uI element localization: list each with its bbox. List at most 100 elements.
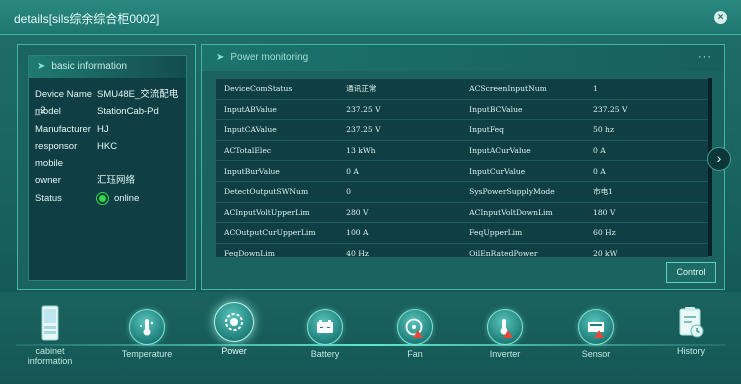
nav-temperature[interactable]: Temperature [116,309,178,359]
nav-label-fan: Fan [407,349,423,359]
table-row: InputCAValue 237.25 V InputFeq 50 hz [216,119,708,141]
fan-icon [405,318,423,338]
nav-label-inverter: Inverter [489,349,521,359]
param-value: 0 A [584,140,708,162]
nav-power[interactable]: Power [203,302,265,356]
table-row: DeviceComStatus 通讯正常 ACScreenInputNum 1 [216,79,708,100]
info-row-owner: owner 汇珏网络 [35,173,135,189]
param-value: 40 Hz [338,243,462,257]
nav-label-sensor: Sensor [581,349,611,359]
table-row: DetectOutputSWNum 0 SysPowerSupplyMode 市电1 [216,181,708,203]
nav-label-history: History [676,346,705,356]
param-name: InputABValue [216,99,339,121]
nav-label-temperature: Temperature [121,349,173,359]
info-value: HKC [97,141,118,152]
nav-history[interactable]: History [662,306,720,356]
param-value: 13 kWh [338,140,462,162]
inverter-icon [500,319,513,338]
param-name: InputACurValue [461,140,585,162]
table-row: ACInputVoltUpperLim 280 V ACInputVoltDownL… [216,202,708,224]
table-row: ACTotalElec 13 kWh InputACurValue 0 A [216,140,708,162]
param-value: 180 V [584,202,708,224]
online-status-dot-icon [97,192,108,204]
details-window: details[sils综余综合柜0002] × ➤ basic informat… [0,0,741,384]
basic-info-panel: ➤ basic information Device Name SMU48E_交流配… [17,44,196,290]
table-row: InputBurValue 0 A InputCurValue 0 A [216,160,708,182]
param-name: InputBCValue [461,99,585,121]
param-name: InputCAValue [216,119,339,141]
status-value: online [114,193,140,204]
info-row-mobile: mobile [35,156,97,172]
power-icon [225,313,243,331]
basic-info-title: basic information [51,61,127,72]
power-data-table: DeviceComStatus 通讯正常 ACScreenInputNum 1 Inpu… [215,78,709,258]
close-button[interactable]: × [714,11,727,24]
nav-label-battery: Battery [310,349,340,359]
param-name: InputBurValue [216,160,339,182]
param-name: FeqUpperLim [461,222,585,244]
info-value: HJ [97,124,109,135]
param-name: SysPowerSupplyMode [461,181,585,203]
info-label: owner [35,175,61,186]
param-value: 0 A [338,160,462,182]
param-value: 市电1 [584,181,708,203]
cabinet-icon [41,305,59,341]
nav-label-text: cabinet information [27,346,73,366]
param-value: 100 A [338,222,462,244]
param-value: 通讯正常 [338,79,462,100]
basic-info-card: ➤ basic information Device Name SMU48E_交流配… [28,55,187,281]
thermometer-icon [140,319,154,336]
nav-cabinet-information[interactable]: cabinet information [20,304,80,366]
nav-battery[interactable]: Battery [294,309,356,359]
param-name: ACOutputCurUpperLim [216,222,339,244]
more-options-icon[interactable]: ··· [698,51,712,63]
power-monitoring-title: Power monitoring [230,52,309,63]
nav-inverter[interactable]: Inverter [474,309,536,359]
info-value: 汇珏网络 [97,175,136,186]
nav-circle [307,309,343,345]
info-row-device-name: Device Name SMU48E_交流配电_2 [35,87,186,116]
param-value: 1 [584,79,708,100]
paper-plane-icon: ➤ [37,61,46,72]
info-label: Status [35,193,62,204]
nav-fan[interactable]: Fan [384,309,446,359]
info-label: mobile [35,158,63,169]
nav-circle [129,309,165,345]
info-row-model: model StationCab-Pd [35,104,159,120]
nav-circle [578,309,614,345]
power-monitoring-panel: ➤ Power monitoring ··· DeviceComStatus 通讯正… [201,44,725,290]
info-row-responsor: responsor HKC [35,139,117,155]
control-button[interactable]: Control [666,262,716,283]
info-row-manufacturer: Manufacturer HJ [35,122,109,138]
param-value: 60 Hz [584,222,708,244]
param-value: 20 kW [584,243,708,257]
info-label: Manufacturer [35,124,91,135]
param-value: 0 [338,181,462,203]
battery-icon [317,320,333,333]
nav-circle-active [214,302,254,342]
nav-label-cabinet: cabinet information [20,346,80,366]
power-monitoring-title-wrap: ➤ Power monitoring [216,52,308,63]
paper-plane-icon: ➤ [216,52,225,63]
param-value: 50 hz [584,119,708,141]
table-row: InputABValue 237.25 V InputBCValue 237.25 V [216,99,708,121]
param-value: 237.25 V [338,99,462,121]
history-icon [679,307,704,338]
info-value: StationCab-Pd [97,106,159,117]
sensor-icon [588,322,604,338]
param-name: InputCurValue [461,160,585,182]
param-name: OilEnRatedPower [461,243,585,257]
nav-label-power: Power [221,346,247,356]
nav-circle [397,309,433,345]
nav-circle [487,309,523,345]
param-name: InputFeq [461,119,585,141]
param-name: ACInputVoltUpperLim [216,202,339,224]
info-row-status: Status online [35,191,139,207]
window-title: details[sils综余综合柜0002] [14,12,160,26]
nav-sensor[interactable]: Sensor [565,309,627,359]
info-label: model [35,106,61,117]
param-value: 237.25 V [338,119,462,141]
next-page-button[interactable]: › [707,147,731,171]
power-monitoring-header: ➤ Power monitoring ··· [202,45,724,71]
info-label: Device Name [35,89,93,100]
